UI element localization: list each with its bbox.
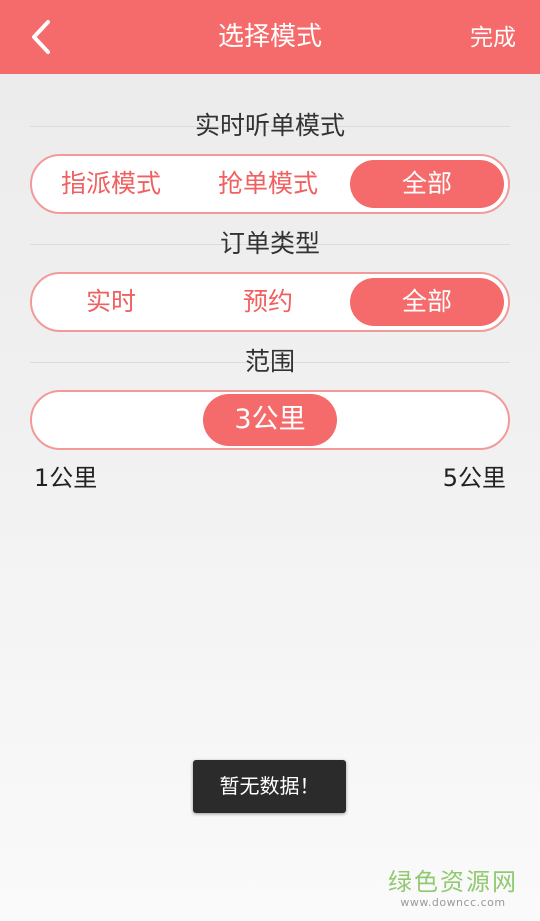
order-type-option-realtime[interactable]: 实时: [36, 278, 186, 326]
page-title: 选择模式: [217, 22, 322, 52]
range-slider-handle[interactable]: 3公里: [203, 394, 337, 446]
listen-mode-title: 实时听单模式: [194, 111, 345, 140]
listen-mode-option-grab[interactable]: 抢单模式: [190, 160, 346, 208]
chevron-left-icon: [32, 20, 50, 54]
listen-mode-section-title: 实时听单模式: [30, 108, 510, 144]
range-section-title: 范围: [30, 344, 510, 380]
order-type-option-reserve[interactable]: 预约: [190, 278, 346, 326]
listen-mode-option-assign[interactable]: 指派模式: [36, 160, 186, 208]
watermark-logo: 绿色资源网 www.downcc.com: [388, 868, 518, 910]
app-header: 选择模式 完成: [0, 0, 540, 74]
range-max-label: 5公里: [442, 464, 506, 492]
watermark-url: www.downcc.com: [400, 896, 506, 909]
range-title: 范围: [244, 347, 295, 376]
listen-mode-segmented-control: 指派模式 抢单模式 全部: [30, 154, 510, 214]
empty-data-toast: 暂无数据！: [193, 760, 346, 813]
order-type-segmented-control: 实时 预约 全部: [30, 272, 510, 332]
order-type-section-title: 订单类型: [30, 226, 510, 262]
listen-mode-option-all[interactable]: 全部: [350, 160, 504, 208]
back-button[interactable]: [22, 14, 66, 60]
range-slider[interactable]: 3公里: [30, 390, 510, 450]
done-button[interactable]: 完成: [470, 0, 516, 74]
watermark-title: 绿色资源网: [388, 868, 518, 896]
range-min-label: 1公里: [34, 464, 98, 492]
order-type-title: 订单类型: [219, 229, 320, 258]
order-type-option-all[interactable]: 全部: [350, 278, 504, 326]
